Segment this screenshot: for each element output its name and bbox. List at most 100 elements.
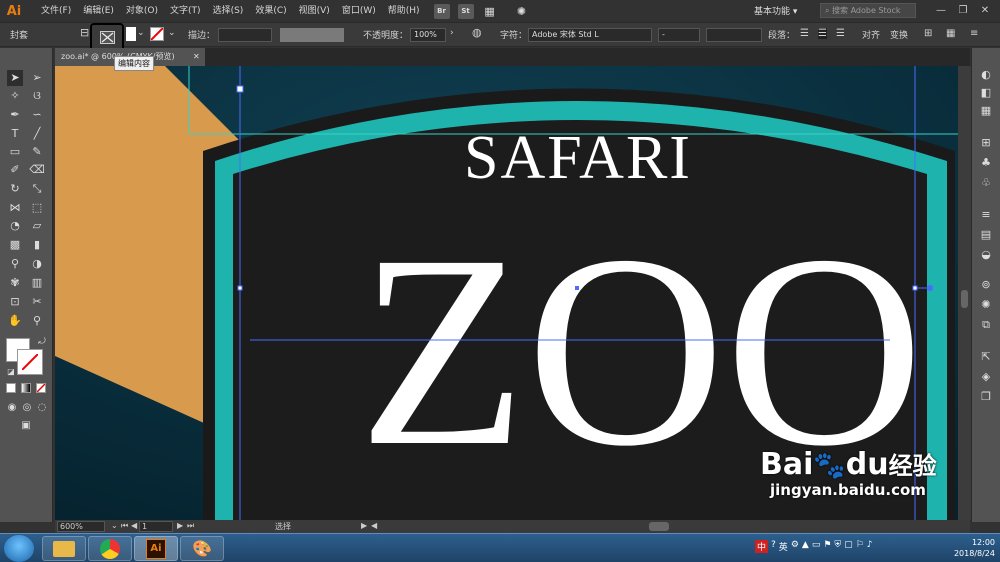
paint-taskbar-button[interactable]: 🎨 [180, 536, 224, 561]
shape-builder-tool-icon[interactable]: ◔ [7, 218, 23, 234]
center-point[interactable] [575, 286, 579, 290]
chrome-taskbar-button[interactable] [88, 536, 132, 561]
brushes-panel-icon[interactable]: ⊞ [979, 136, 993, 150]
draw-behind-icon[interactable]: ◎ [19, 400, 35, 416]
close-button[interactable]: ✕ [974, 0, 996, 22]
image-trace-icon[interactable]: ✺ [979, 298, 993, 312]
close-tab-icon[interactable]: ✕ [193, 48, 200, 66]
notification-icon[interactable]: ▭ [812, 540, 821, 553]
variable-width-profile[interactable] [280, 28, 344, 42]
minimize-button[interactable]: — [930, 0, 952, 22]
paintbrush-tool-icon[interactable]: ✎ [29, 144, 45, 160]
edit-envelope-icon[interactable]: ⊟ [80, 26, 89, 39]
vertical-scrollbar[interactable] [958, 66, 971, 520]
zoom-dropdown-icon[interactable]: ⌄ [111, 521, 118, 530]
system-clock[interactable]: 12:00 2018/8/24 [935, 537, 995, 559]
direct-selection-tool-icon[interactable]: ➢ [29, 70, 45, 86]
status-arrow-icon[interactable]: ▶ [361, 521, 367, 530]
menu-window[interactable]: 窗口(W) [336, 0, 382, 22]
first-artboard-icon[interactable]: ⏮ [121, 521, 128, 531]
slice-tool-icon[interactable]: ✂ [29, 294, 45, 310]
selection-tool-icon[interactable]: ➤ [7, 70, 23, 86]
menu-edit[interactable]: 编辑(E) [77, 0, 120, 22]
last-artboard-icon[interactable]: ⏭ [187, 521, 194, 531]
transparency-panel-icon[interactable]: ◒ [979, 248, 993, 262]
fill-dropdown-icon[interactable]: ⌄ [137, 28, 145, 38]
eyedropper-tool-icon[interactable]: ⚲ [7, 256, 23, 272]
align-center-icon[interactable]: ☰ [818, 28, 827, 39]
stroke-dropdown-icon[interactable]: ⌄ [168, 28, 176, 38]
menu-help[interactable]: 帮助(H) [382, 0, 426, 22]
screen-mode-icon[interactable]: ▣ [18, 418, 34, 434]
help-icon[interactable]: ? [771, 540, 776, 553]
graphic-styles-icon[interactable]: ♧ [979, 176, 993, 190]
appearance-panel-icon[interactable]: ⊚ [979, 278, 993, 292]
artboard-tool-icon[interactable]: ⊡ [7, 294, 23, 310]
artboards-panel-icon[interactable]: ❐ [979, 390, 993, 404]
perspective-grid-tool-icon[interactable]: ▱ [29, 218, 45, 234]
type-tool-icon[interactable]: T [7, 126, 23, 142]
ime-language[interactable]: 英 [779, 540, 788, 553]
shaper-tool-icon[interactable]: ✐ [7, 162, 23, 178]
layers-panel-icon[interactable]: ◈ [979, 370, 993, 384]
restore-button[interactable]: ❐ [952, 0, 974, 22]
gpu-performance-icon[interactable]: ✺ [514, 4, 530, 19]
action-center-icon[interactable]: ⚐ [856, 540, 864, 553]
menu-select[interactable]: 选择(S) [207, 0, 250, 22]
workspace-switcher[interactable]: 基本功能 ▾ [754, 4, 797, 17]
panel-menu-icon[interactable]: ≡ [970, 28, 978, 39]
font-size-field[interactable] [706, 28, 762, 42]
transform-panel-link[interactable]: 变换 [890, 28, 908, 41]
symbol-sprayer-tool-icon[interactable]: ✾ [7, 275, 23, 291]
input-method-icon[interactable]: 中 [755, 540, 769, 553]
eraser-tool-icon[interactable]: ⌫ [29, 162, 45, 178]
font-style-field[interactable]: - [658, 28, 700, 42]
pen-tool-icon[interactable]: ✒ [7, 107, 23, 123]
menu-file[interactable]: 文件(F) [35, 0, 77, 22]
free-transform-tool-icon[interactable]: ⬚ [29, 200, 45, 216]
network-tray-icon[interactable]: ⚑ [823, 540, 831, 553]
anchor-handle-right[interactable] [912, 285, 918, 291]
magic-wand-tool-icon[interactable]: ✧ [7, 88, 23, 104]
scroll-thumb[interactable] [961, 290, 968, 308]
security-icon[interactable]: ⛨ [834, 540, 841, 553]
tray-arrow-icon[interactable]: ▲ [802, 540, 809, 553]
artboard-number-field[interactable]: 1 [139, 521, 173, 532]
anchor-handle-top[interactable] [236, 85, 244, 93]
edit-contents-button[interactable] [90, 23, 124, 51]
stroke-weight-field[interactable] [218, 28, 272, 42]
menu-type[interactable]: 文字(T) [164, 0, 207, 22]
gradient-tool-icon[interactable]: ▮ [29, 237, 45, 253]
scroll-left-icon[interactable]: ◀ [371, 521, 377, 530]
anchor-handle-left[interactable] [237, 285, 243, 291]
draw-normal-icon[interactable]: ◉ [4, 400, 20, 416]
stock-button[interactable]: St [457, 3, 474, 19]
illustrator-taskbar-button[interactable]: Ai [134, 536, 178, 561]
curvature-tool-icon[interactable]: ∽ [29, 107, 45, 123]
gradient-mode-icon[interactable] [21, 383, 31, 393]
stock-search-input[interactable]: ⌕ 搜索 Adobe Stock [820, 3, 916, 18]
menu-effect[interactable]: 效果(C) [249, 0, 292, 22]
opacity-arrow-icon[interactable]: › [450, 28, 454, 38]
swatches-panel-icon[interactable]: ▦ [979, 104, 993, 118]
width-tool-icon[interactable]: ⋈ [7, 200, 23, 216]
stroke-color-swatch[interactable] [17, 349, 43, 375]
stroke-swatch[interactable] [150, 27, 164, 41]
color-mode-icon[interactable] [6, 383, 16, 393]
zoom-field[interactable]: 600% [57, 521, 105, 532]
mesh-tool-icon[interactable]: ▩ [7, 237, 23, 253]
color-guide-icon[interactable]: ◧ [979, 86, 993, 100]
hand-tool-icon[interactable]: ✋ [7, 313, 23, 329]
scale-tool-icon[interactable]: ⤡ [29, 181, 45, 197]
lasso-tool-icon[interactable]: ଓ [29, 88, 45, 104]
column-graph-tool-icon[interactable]: ▥ [29, 275, 45, 291]
rotate-tool-icon[interactable]: ↻ [7, 181, 23, 197]
draw-inside-icon[interactable]: ◌ [34, 400, 50, 416]
export-panel-icon[interactable]: ⇱ [979, 350, 993, 364]
bridge-button[interactable]: Br [433, 3, 450, 19]
align-left-icon[interactable]: ☰ [800, 28, 809, 39]
swap-fill-stroke-icon[interactable]: ⤾ [34, 334, 50, 350]
transform-panel-icon[interactable]: ⧉ [979, 318, 993, 332]
align-panel-link[interactable]: 对齐 [862, 28, 880, 41]
isolate-icon[interactable]: ⊞ [924, 28, 932, 39]
